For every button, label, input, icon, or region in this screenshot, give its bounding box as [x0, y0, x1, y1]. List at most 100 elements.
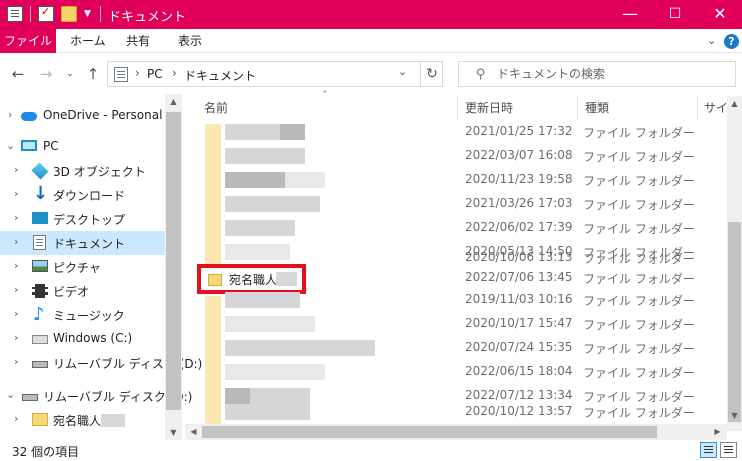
- chevron-right-icon[interactable]: ›: [14, 331, 18, 344]
- sort-ascending-icon: ⌃: [321, 90, 329, 100]
- tab-view[interactable]: 表示: [168, 29, 212, 53]
- table-row[interactable]: 2020/11/23 19:58 ファイル フォルダー: [190, 168, 730, 192]
- tab-file[interactable]: ファイル: [0, 29, 56, 53]
- refresh-icon[interactable]: ↻: [420, 61, 443, 87]
- redacted-name: [225, 364, 325, 380]
- column-divider[interactable]: [577, 96, 578, 120]
- checkmark-icon[interactable]: [38, 5, 54, 22]
- nav-scrollbar-thumb[interactable]: [166, 112, 181, 410]
- chevron-right-icon[interactable]: ›: [8, 108, 12, 121]
- type-cell: ファイル フォルダー: [583, 222, 695, 236]
- table-row[interactable]: 2020/07/24 15:35 ファイル フォルダー: [190, 336, 730, 360]
- status-bar: 32 個の項目: [0, 440, 742, 461]
- chevron-right-icon[interactable]: ›: [14, 412, 18, 425]
- column-divider[interactable]: [457, 96, 458, 120]
- nav-item-removable-d-root[interactable]: ⌄ リムーバブル ディスク (D:): [0, 384, 192, 408]
- modified-cell: 2022/06/02 17:39: [465, 220, 573, 234]
- nav-item-pc[interactable]: ⌄ PC: [0, 135, 165, 159]
- horizontal-scrollbar-thumb[interactable]: [202, 426, 657, 438]
- recent-locations-chevron-icon[interactable]: ⌄: [63, 63, 77, 85]
- scroll-right-arrow-icon[interactable]: ▶: [710, 427, 725, 436]
- column-header-type[interactable]: 種類: [585, 96, 609, 120]
- chevron-right-icon[interactable]: ›: [14, 259, 18, 272]
- forward-arrow-icon[interactable]: →: [36, 63, 56, 85]
- breadcrumb-documents[interactable]: ドキュメント: [184, 67, 256, 84]
- 3d-objects-icon: [31, 162, 49, 180]
- chevron-right-icon[interactable]: ›: [14, 187, 18, 200]
- scroll-up-arrow-icon[interactable]: ▲: [166, 97, 181, 106]
- large-icons-view-icon[interactable]: [720, 442, 737, 458]
- address-history-chevron-icon[interactable]: ⌄: [398, 65, 407, 78]
- table-row[interactable]: 2022/06/02 17:39 ファイル フォルダー: [190, 216, 730, 240]
- help-icon[interactable]: ?: [724, 34, 739, 49]
- chevron-down-icon[interactable]: ⌄: [6, 388, 15, 401]
- nav-label: ダウンロード: [53, 189, 126, 203]
- table-row[interactable]: 2020/10/17 15:47 ファイル フォルダー: [190, 312, 730, 336]
- nav-label: OneDrive - Personal: [43, 108, 163, 122]
- scroll-left-arrow-icon[interactable]: ◀: [186, 427, 201, 436]
- table-row[interactable]: 2020/10/06 13:13 ファイル フォルダー: [190, 248, 730, 266]
- breadcrumb-pc[interactable]: PC: [147, 67, 163, 81]
- music-icon: [32, 304, 48, 325]
- redacted-name: [225, 196, 320, 212]
- vertical-scrollbar-thumb[interactable]: [728, 222, 741, 422]
- properties-icon[interactable]: [7, 6, 23, 22]
- chevron-right-icon[interactable]: ›: [14, 211, 18, 224]
- nav-item-3d-objects[interactable]: › 3D オブジェクト: [0, 159, 165, 183]
- videos-icon: [32, 284, 48, 298]
- type-cell: ファイル フォルダー: [583, 366, 695, 380]
- tab-home[interactable]: ホーム: [60, 29, 116, 53]
- address-bar[interactable]: › PC › ドキュメント ⌄ ↻: [107, 61, 443, 87]
- table-row[interactable]: 2022/06/15 18:04 ファイル フォルダー: [190, 360, 730, 384]
- nav-item-windows-c[interactable]: › Windows (C:): [0, 327, 165, 351]
- ribbon-tabs: ファイル ホーム 共有 表示 ⌄ ?: [0, 29, 742, 53]
- scroll-up-arrow-icon[interactable]: ▲: [727, 99, 742, 108]
- new-folder-icon[interactable]: [61, 6, 77, 22]
- customize-toolbar-chevron-icon[interactable]: ▼: [84, 9, 94, 19]
- nav-item-documents[interactable]: › ドキュメント: [0, 231, 165, 255]
- nav-item-music[interactable]: › ミュージック: [0, 303, 165, 327]
- details-view-icon[interactable]: [700, 442, 717, 458]
- search-input[interactable]: [497, 64, 727, 84]
- table-row[interactable]: 2019/11/03 10:16 ファイル フォルダー: [190, 288, 730, 312]
- close-button[interactable]: ✕: [697, 0, 742, 29]
- chevron-right-icon[interactable]: ›: [14, 283, 18, 296]
- scroll-down-arrow-icon[interactable]: ▼: [166, 428, 181, 437]
- chevron-right-icon[interactable]: ›: [14, 235, 18, 248]
- scroll-down-arrow-icon[interactable]: ▼: [727, 411, 742, 420]
- back-arrow-icon[interactable]: ←: [8, 63, 28, 85]
- removable-disk-icon: [22, 394, 38, 401]
- column-header-modified[interactable]: 更新日時: [465, 96, 513, 120]
- chevron-down-icon[interactable]: ⌄: [6, 139, 15, 152]
- table-row[interactable]: 2022/03/07 16:08 ファイル フォルダー: [190, 144, 730, 168]
- chevron-right-icon[interactable]: ›: [14, 307, 18, 320]
- nav-item-atena-shokunin[interactable]: › 宛名職人: [0, 408, 165, 432]
- nav-item-desktop[interactable]: › デスクトップ: [0, 207, 165, 231]
- column-header-name[interactable]: 名前: [204, 96, 228, 120]
- tab-share[interactable]: 共有: [116, 29, 160, 53]
- up-arrow-icon[interactable]: ↑: [84, 63, 102, 85]
- table-row[interactable]: 2021/03/26 17:03 ファイル フォルダー: [190, 192, 730, 216]
- type-cell: ファイル フォルダー: [583, 318, 695, 332]
- chevron-right-icon[interactable]: ›: [14, 163, 18, 176]
- chevron-right-icon[interactable]: ›: [14, 355, 18, 368]
- redacted-name: [285, 172, 325, 188]
- search-box[interactable]: ⚲: [458, 61, 736, 87]
- modified-cell: 2019/11/03 10:16: [465, 292, 573, 306]
- table-row[interactable]: 2020/10/12 13:57 ファイル フォルダー: [190, 400, 730, 424]
- nav-item-downloads[interactable]: › ダウンロード: [0, 183, 165, 207]
- breadcrumb-separator-icon: ›: [172, 66, 177, 80]
- nav-item-pictures[interactable]: › ピクチャ: [0, 255, 165, 279]
- table-row[interactable]: 2021/01/25 17:32 ファイル フォルダー: [190, 120, 730, 144]
- chevron-down-icon[interactable]: ⌄: [707, 29, 716, 53]
- redacted-text: [101, 414, 125, 427]
- column-divider[interactable]: [697, 96, 698, 120]
- nav-item-onedrive[interactable]: › OneDrive - Personal: [0, 104, 165, 128]
- nav-item-videos[interactable]: › ビデオ: [0, 279, 165, 303]
- minimize-button[interactable]: —: [607, 0, 653, 29]
- redacted-name: [225, 292, 300, 308]
- column-header-size[interactable]: サイズ: [704, 96, 727, 120]
- folder-icon: [32, 413, 48, 426]
- nav-item-removable-d[interactable]: › リムーバブル ディスク (D:): [0, 351, 202, 375]
- maximize-button[interactable]: ☐: [652, 0, 698, 29]
